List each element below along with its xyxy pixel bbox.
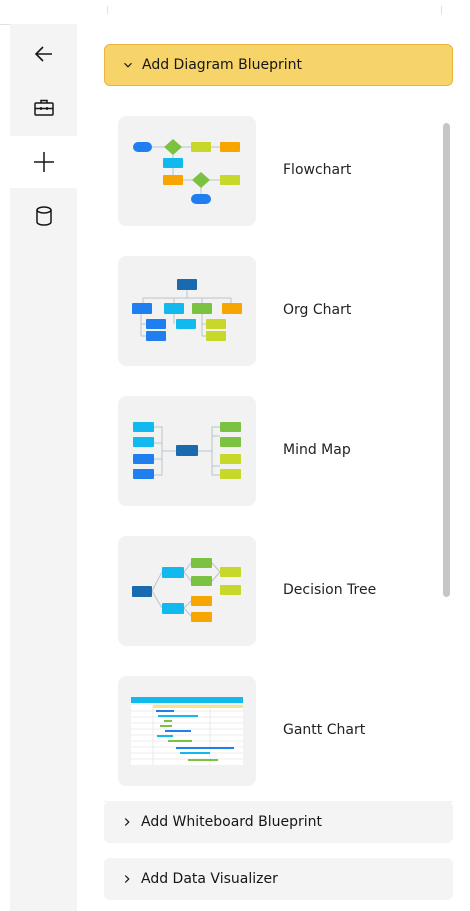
database-icon — [35, 206, 52, 226]
back-button[interactable] — [10, 28, 77, 80]
toolbox-icon — [33, 99, 54, 116]
add-diagram-blueprint-header[interactable]: Add Diagram Blueprint — [104, 44, 453, 86]
blueprint-item-mind-map[interactable]: Mind Map — [104, 396, 444, 506]
database-button[interactable] — [10, 190, 77, 242]
blueprint-item-label: Flowchart — [283, 162, 352, 178]
blueprint-item-gantt-chart[interactable]: Gantt Chart — [104, 676, 444, 786]
scrollbar-thumb[interactable] — [443, 123, 450, 597]
mind-map-thumbnail — [118, 396, 256, 506]
add-whiteboard-blueprint-header[interactable]: Add Whiteboard Blueprint — [104, 801, 453, 843]
toolbar-divider — [441, 6, 442, 14]
add-icon — [33, 152, 54, 172]
blueprint-item-label: Org Chart — [283, 302, 352, 318]
blueprint-panel: Add Diagram Blueprint Flowchart Org Char… — [77, 24, 470, 911]
top-toolbar — [0, 0, 470, 25]
toolbox-button[interactable] — [10, 82, 77, 134]
blueprint-item-org-chart[interactable]: Org Chart — [104, 256, 444, 366]
org-chart-thumbnail — [118, 256, 256, 366]
panel-scrollbar[interactable] — [443, 123, 450, 795]
blueprint-item-label: Gantt Chart — [283, 722, 366, 738]
add-data-visualizer-header[interactable]: Add Data Visualizer — [104, 858, 453, 900]
blueprint-item-decision-tree[interactable]: Decision Tree — [104, 536, 444, 646]
chevron-down-icon — [124, 62, 132, 68]
diagram-blueprint-list: Flowchart Org Chart Mind Map Decision Tr… — [104, 115, 453, 801]
add-button[interactable] — [10, 136, 77, 188]
side-rail — [10, 24, 77, 911]
section-label: Add Whiteboard Blueprint — [141, 814, 323, 830]
flowchart-thumbnail — [118, 116, 256, 226]
toolbar-divider — [107, 6, 108, 14]
section-label: Add Diagram Blueprint — [142, 57, 302, 73]
chevron-right-icon — [124, 875, 130, 883]
decision-tree-thumbnail — [118, 536, 256, 646]
gantt-chart-thumbnail — [118, 676, 256, 786]
back-arrow-icon — [34, 46, 52, 62]
blueprint-item-flowchart[interactable]: Flowchart — [104, 116, 444, 226]
section-label: Add Data Visualizer — [141, 871, 278, 887]
chevron-right-icon — [124, 818, 130, 826]
blueprint-item-label: Mind Map — [283, 442, 351, 458]
blueprint-item-label: Decision Tree — [283, 582, 377, 598]
